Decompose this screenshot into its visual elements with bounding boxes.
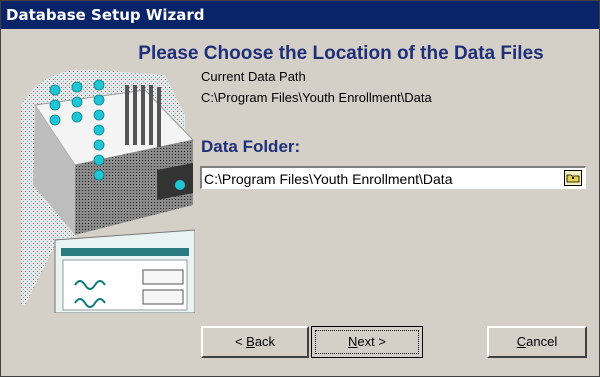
next-mnemonic: N: [348, 334, 358, 349]
cancel-button[interactable]: Cancel: [487, 326, 587, 358]
data-folder-label: Data Folder:: [201, 137, 301, 156]
current-path-value: C:\Program Files\Youth Enrollment\Data: [201, 90, 432, 105]
computer-illustration: [21, 69, 195, 313]
next-label: ext >: [357, 334, 386, 349]
data-folder-field: [200, 166, 586, 189]
back-button[interactable]: < Back: [201, 326, 309, 358]
folder-icon[interactable]: [564, 170, 582, 186]
back-label: ack: [254, 334, 276, 349]
wizard-window: Database Setup Wizard Please Choose the …: [0, 0, 600, 377]
data-folder-input[interactable]: [204, 169, 544, 188]
current-path-label: Current Data Path: [201, 69, 306, 84]
back-mnemonic: B: [246, 334, 255, 349]
page-heading: Please Choose the Location of the Data F…: [138, 43, 544, 64]
window-title: Database Setup Wizard: [6, 6, 205, 24]
next-button[interactable]: Next >: [311, 326, 423, 358]
focus-rect: Next >: [315, 330, 419, 354]
cancel-label: ancel: [526, 334, 558, 349]
cancel-mnemonic: C: [516, 334, 527, 349]
back-prefix: <: [234, 334, 247, 349]
title-bar[interactable]: Database Setup Wizard: [1, 1, 599, 29]
